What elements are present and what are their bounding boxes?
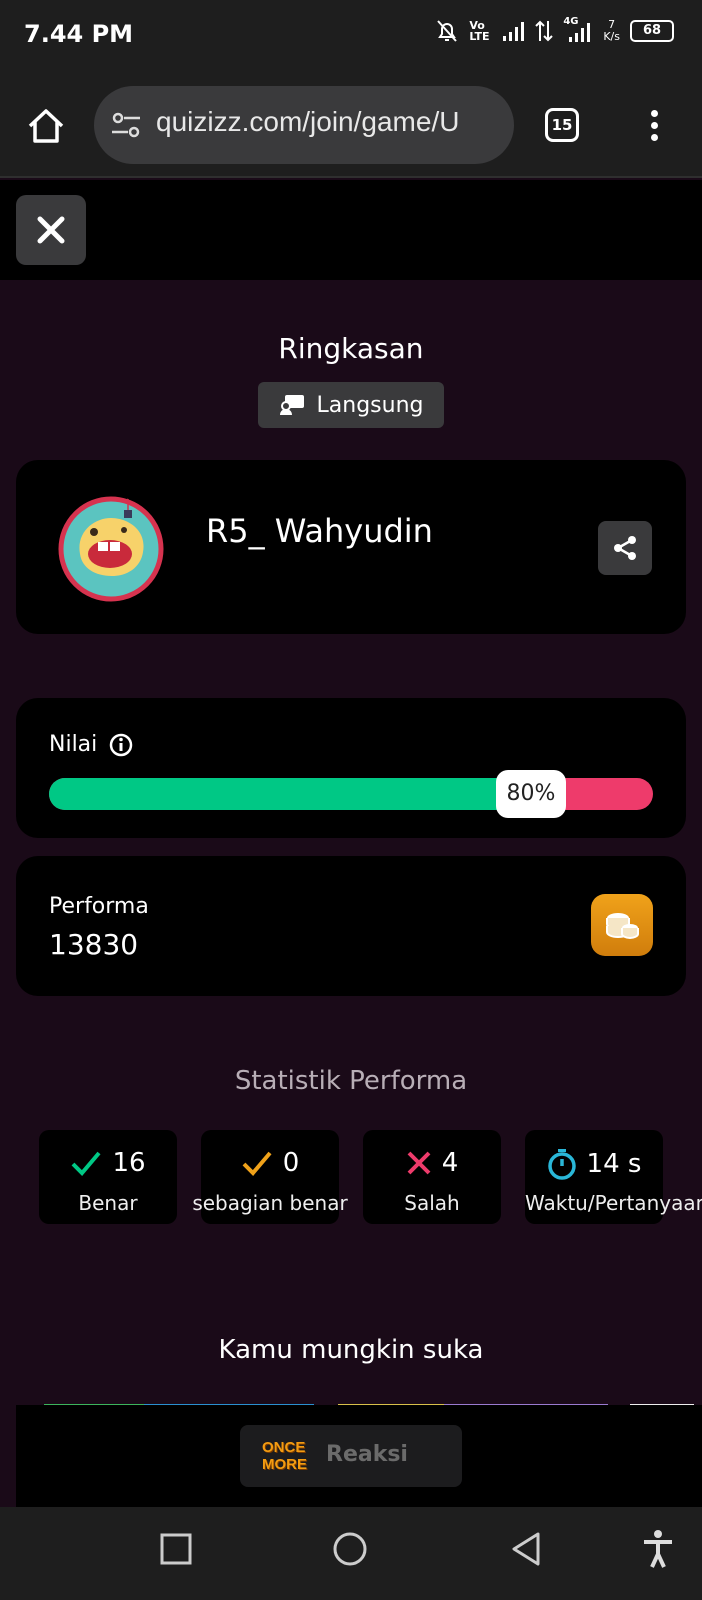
reaction-label: Reaksi	[326, 1442, 408, 1467]
volte-label: Vo LTE	[469, 19, 490, 43]
site-settings-icon[interactable]	[110, 111, 142, 139]
stat-value: 14 s	[586, 1149, 642, 1179]
stat-label: Waktu/Pertanyaan	[525, 1191, 702, 1215]
share-icon	[614, 536, 636, 560]
battery-icon: 68	[630, 20, 674, 42]
score-card: Nilai 80%	[16, 698, 686, 838]
mode-label: Langsung	[316, 392, 424, 418]
cross-icon	[407, 1151, 431, 1175]
home-icon[interactable]	[26, 106, 66, 146]
reaction-button[interactable]: ONCE MORE Reaksi	[240, 1425, 462, 1487]
stat-wrong: 4 Salah	[363, 1130, 501, 1224]
stat-label: Benar	[78, 1191, 138, 1215]
back-icon[interactable]	[510, 1531, 542, 1567]
status-bar: 7.44 PM Vo LTE 4G 7 K/s 68	[0, 0, 702, 72]
status-time: 7.44 PM	[24, 20, 134, 48]
signal-4g: 4G	[563, 16, 593, 44]
url-text: quizizz.com/join/game/U	[156, 106, 460, 137]
close-icon	[37, 216, 65, 244]
performance-card: Performa 13830	[16, 856, 686, 996]
stat-label: sebagian benar	[192, 1191, 348, 1215]
browser-toolbar: quizizz.com/join/game/U 15	[0, 72, 702, 178]
accessibility-icon[interactable]	[642, 1529, 674, 1569]
system-navigation-bar	[0, 1507, 702, 1600]
live-mode-icon	[279, 395, 304, 415]
check-icon	[242, 1151, 272, 1176]
coins-icon	[606, 913, 639, 940]
mute-bell-icon	[437, 20, 458, 42]
stat-partial: 0 sebagian benar	[192, 1130, 348, 1224]
performance-label: Performa	[49, 894, 149, 919]
performance-value: 13830	[49, 928, 139, 961]
check-icon	[72, 1151, 101, 1176]
once-more-logo: ONCE MORE	[262, 1439, 307, 1473]
data-transfer-icon	[535, 20, 554, 42]
avatar	[58, 496, 164, 602]
stats-title: Statistik Performa	[234, 1066, 468, 1096]
share-button[interactable]	[598, 521, 652, 575]
close-button[interactable]	[16, 195, 86, 265]
mode-badge: Langsung	[258, 382, 444, 428]
address-bar[interactable]: quizizz.com/join/game/U	[94, 86, 514, 164]
page-title: Ringkasan	[278, 332, 424, 365]
quiz-header	[0, 180, 702, 280]
home-nav-icon[interactable]	[332, 1531, 368, 1567]
signal-icon	[503, 22, 525, 41]
stat-correct: 16 Benar	[39, 1130, 177, 1224]
score-percent: 80%	[496, 770, 566, 818]
coins-button[interactable]	[591, 894, 653, 956]
network-speed: 7 K/s	[603, 18, 620, 43]
stat-value: 16	[112, 1148, 146, 1178]
recent-apps-icon[interactable]	[160, 1533, 192, 1565]
reaction-bar: ONCE MORE Reaksi	[16, 1405, 702, 1507]
stat-value: 4	[441, 1148, 459, 1178]
stat-value: 0	[282, 1148, 300, 1178]
info-icon[interactable]	[109, 733, 133, 757]
summary-page: Ringkasan Langsung R5_ Wahyudin Nilai 80…	[0, 280, 702, 1405]
player-card: R5_ Wahyudin	[16, 460, 686, 634]
score-progress-fill	[49, 778, 533, 810]
stat-time: 14 s Waktu/Pertanyaan	[525, 1130, 702, 1224]
browser-menu-icon[interactable]	[644, 106, 664, 146]
status-icons: Vo LTE 4G 7 K/s 68	[435, 16, 674, 44]
stopwatch-icon	[547, 1149, 576, 1180]
player-name: R5_ Wahyudin	[206, 512, 433, 550]
stat-label: Salah	[404, 1191, 460, 1215]
signal-4g-icon	[569, 23, 591, 42]
suggestions-title: Kamu mungkin suka	[218, 1335, 484, 1365]
score-label: Nilai	[49, 732, 133, 757]
tab-switcher-button[interactable]: 15	[545, 108, 579, 142]
